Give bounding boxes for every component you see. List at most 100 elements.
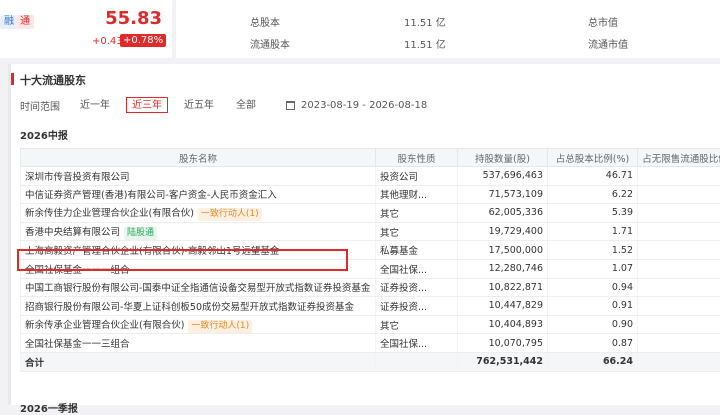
market-cap-label: 总市值 xyxy=(588,14,618,29)
total-pct: 66.24 xyxy=(548,352,638,371)
date-range[interactable]: 2023-08-19 - 2026-08-18 xyxy=(301,100,427,111)
holder-pct: 0.91 xyxy=(548,297,638,316)
table-row[interactable]: 新余传佳力企业管理合伙企业(有限合伙) 一致行动人(1) 其它62,005,3365… xyxy=(21,204,720,223)
float-cap-label: 流通市值 xyxy=(588,36,628,51)
price-change-pct: +0.78% xyxy=(120,34,166,47)
holder-type: 其它 xyxy=(376,204,458,223)
holder-name-text: 全国社保基金一一三组合 xyxy=(25,339,130,350)
table-row[interactable]: 全国社保基金一一三组合 全国社保...10,070,7950.87 xyxy=(21,334,720,353)
holder-name[interactable]: 招商银行股份有限公司-华夏上证科创板50成份交易型开放式指数证券投资基金 xyxy=(21,297,376,316)
holder-name-text: 中信证券资产管理(香港)有限公司-客户资金-人民币资金汇入 xyxy=(25,190,277,201)
float-shares-value: 11.51 亿 xyxy=(404,36,446,51)
holder-pct: 0.87 xyxy=(548,334,638,353)
holder-name-text: 新余传承企业管理合伙企业(有限合伙) xyxy=(25,320,184,331)
float-shares-label: 流通股本 xyxy=(250,36,290,51)
holder-badge: 陆股通 xyxy=(124,227,157,240)
col-shares[interactable]: 持股数量(股) xyxy=(458,149,548,167)
holder-float-pct xyxy=(638,278,720,297)
holder-float-pct xyxy=(638,334,720,353)
option-5y[interactable]: 近五年 xyxy=(178,97,220,113)
holder-name-text: 香港中央结算有限公司 xyxy=(25,227,120,238)
holder-type: 投资公司 xyxy=(376,167,458,186)
col-name[interactable]: 股东名称 xyxy=(21,149,376,167)
holder-shares: 62,005,336 xyxy=(458,204,548,223)
holder-pct: 6.22 xyxy=(548,185,638,204)
holder-type: 全国社保... xyxy=(376,259,458,278)
period-title: 2026中报 xyxy=(20,127,68,142)
holder-float-pct xyxy=(638,297,720,316)
holder-type: 私募基金 xyxy=(376,241,458,260)
holder-name[interactable]: 全国社保基金一一三组合 xyxy=(21,334,376,353)
highlight-box xyxy=(17,249,348,271)
table-row[interactable]: 香港中央结算有限公司陆股通其它19,729,4001.71 xyxy=(21,222,720,241)
holder-badge: 一致行动人(1) xyxy=(198,208,262,221)
holder-name[interactable]: 新余传承企业管理合伙企业(有限合伙) 一致行动人(1) xyxy=(21,315,376,334)
scrollbar[interactable] xyxy=(8,64,11,405)
holder-name[interactable]: 深圳市传音投资有限公司 xyxy=(21,167,376,186)
holder-shares: 537,696,463 xyxy=(458,167,548,186)
col-pct[interactable]: 占总股本比例(%) xyxy=(548,149,638,167)
table-row[interactable]: 招商银行股份有限公司-华夏上证科创板50成份交易型开放式指数证券投资基金 证券投资… xyxy=(21,297,720,316)
holder-pct: 1.07 xyxy=(548,259,638,278)
holder-float-pct: 4 xyxy=(638,167,720,186)
holder-shares: 12,280,746 xyxy=(458,259,548,278)
table-row[interactable]: 深圳市传音投资有限公司 投资公司537,696,46346.714 xyxy=(21,167,720,186)
table-row[interactable]: 中国工商银行股份有限公司-国泰中证全指通信设备交易型开放式指数证券投资基金证券投… xyxy=(21,278,720,297)
holder-name-text: 深圳市传音投资有限公司 xyxy=(25,172,130,183)
table-total-row: 合计762,531,44266.246 xyxy=(21,352,720,371)
holder-name[interactable]: 中信证券资产管理(香港)有限公司-客户资金-人民币资金汇入 xyxy=(21,185,376,204)
quote-box: 融 通 55.83 +0.43 +0.78% xyxy=(0,0,172,58)
holder-float-pct xyxy=(638,241,720,260)
col-float-pct[interactable]: 占无限售流通股比例 xyxy=(638,149,720,167)
holder-shares: 17,500,000 xyxy=(458,241,548,260)
holder-type: 全国社保... xyxy=(376,334,458,353)
holder-pct: 1.52 xyxy=(548,241,638,260)
holder-shares: 10,447,829 xyxy=(458,297,548,316)
holder-name[interactable]: 香港中央结算有限公司陆股通 xyxy=(21,222,376,241)
total-shares-value: 11.51 亿 xyxy=(404,14,446,29)
holder-name-text: 新余传佳力企业管理合伙企业(有限合伙) xyxy=(25,208,194,219)
holder-name[interactable]: 中国工商银行股份有限公司-国泰中证全指通信设备交易型开放式指数证券投资基金 xyxy=(21,278,376,297)
total-shares-label: 总股本 xyxy=(250,14,280,29)
holder-badge: 一致行动人(1) xyxy=(188,320,252,333)
holder-type: 其它 xyxy=(376,222,458,241)
total-float-pct: 6 xyxy=(638,352,720,371)
holder-float-pct xyxy=(638,259,720,278)
holder-pct: 1.71 xyxy=(548,222,638,241)
holder-shares: 10,070,795 xyxy=(458,334,548,353)
holder-type: 其他理财... xyxy=(376,185,458,204)
option-1y[interactable]: 近一年 xyxy=(74,97,116,113)
holder-shares: 19,729,400 xyxy=(458,222,548,241)
shareholders-panel: 十大流通股东 时间范围 近一年 近三年 近五年 全部 2023-08-19 - … xyxy=(8,64,720,405)
holder-pct: 5.39 xyxy=(548,204,638,223)
holder-shares: 10,404,893 xyxy=(458,315,548,334)
holder-pct: 0.90 xyxy=(548,315,638,334)
section-title: 十大流通股东 xyxy=(20,72,86,88)
holder-name[interactable]: 新余传佳力企业管理合伙企业(有限合伙) 一致行动人(1) xyxy=(21,204,376,223)
holder-shares: 10,822,871 xyxy=(458,278,548,297)
total-shares: 762,531,442 xyxy=(458,352,548,371)
holder-pct: 0.94 xyxy=(548,278,638,297)
next-period-title: 2026一季报 xyxy=(20,400,78,415)
holder-shares: 71,573,109 xyxy=(458,185,548,204)
table-header: 股东名称 股东性质 持股数量(股) 占总股本比例(%) 占无限售流通股比例 xyxy=(21,149,720,167)
holder-name-text: 中国工商银行股份有限公司-国泰中证全指通信设备交易型开放式指数证券投资基金 xyxy=(25,283,370,294)
table-row[interactable]: 新余传承企业管理合伙企业(有限合伙) 一致行动人(1) 其它10,404,8930.… xyxy=(21,315,720,334)
time-range-label: 时间范围 xyxy=(20,98,60,113)
stats-box: 总股本 11.51 亿 流通股本 11.51 亿 总市值 流通市值 xyxy=(176,0,720,58)
calendar-icon[interactable] xyxy=(286,101,295,110)
holder-type: 其它 xyxy=(376,315,458,334)
holder-pct: 46.71 xyxy=(548,167,638,186)
holder-type: 证券投资... xyxy=(376,297,458,316)
col-type[interactable]: 股东性质 xyxy=(376,149,458,167)
price-change: +0.43 xyxy=(92,36,123,47)
holder-name-text: 招商银行股份有限公司-华夏上证科创板50成份交易型开放式指数证券投资基金 xyxy=(25,302,354,313)
total-type xyxy=(376,352,458,371)
holder-float-pct xyxy=(638,204,720,223)
holder-float-pct xyxy=(638,315,720,334)
stock-price: 55.83 xyxy=(105,8,162,29)
option-all[interactable]: 全部 xyxy=(230,97,262,113)
table-row[interactable]: 中信证券资产管理(香港)有限公司-客户资金-人民币资金汇入 其他理财...71,5… xyxy=(21,185,720,204)
option-3y[interactable]: 近三年 xyxy=(126,97,168,113)
connect-tag: 通 xyxy=(16,15,34,29)
